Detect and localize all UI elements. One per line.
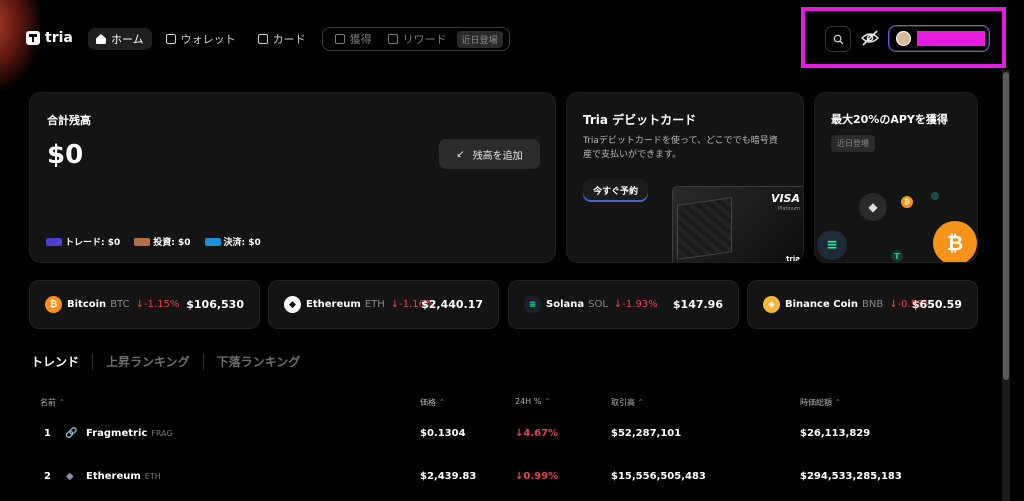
table-row[interactable]: 1 🔗 Fragmetric FRAG $0.1304 ↓4.67% $52,28…: [0, 428, 1000, 458]
row-price: $0.1304: [420, 428, 466, 439]
ticker-symbol: ETH: [364, 299, 385, 310]
column-header-name[interactable]: 名前: [40, 397, 65, 408]
apy-title: 最大20%のAPYを獲得: [831, 113, 948, 126]
ticker-change: ↓-1.15%: [135, 299, 180, 310]
nav-item-home[interactable]: ホーム: [88, 28, 152, 50]
column-header-24h[interactable]: 24H %: [515, 397, 551, 406]
bitcoin-coin-icon: ₿: [933, 221, 977, 262]
row-change: ↓4.67%: [515, 428, 559, 439]
ticker-change: ↓-1.93%: [613, 299, 658, 310]
debit-card-promo[interactable]: Tria デビットカード Triaデビットカードを使って、どこででも暗号資産で支…: [566, 92, 804, 263]
market-tabs: トレンド 上昇ランキング 下落ランキング: [31, 353, 313, 370]
balance-legend: トレード: $0 投資: $0 決済: $0: [46, 235, 261, 248]
ticker-binance-coin[interactable]: ◈ Binance Coin BNB ↓-0.58% $650.59: [747, 280, 978, 329]
visa-card-image: VISA Platinum tria: [672, 186, 803, 263]
ticker-ethereum[interactable]: ◆ Ethereum ETH ↓-1.16% $2,440.17: [268, 280, 499, 329]
column-header-market-cap[interactable]: 時価総額: [800, 397, 841, 408]
gift-icon: [387, 34, 398, 44]
balance-value: $0: [47, 140, 84, 170]
scrollbar-thumb[interactable]: [1003, 72, 1009, 380]
ticker-price: $2,440.17: [421, 298, 483, 311]
wallet-icon: [165, 34, 176, 44]
row-market-cap: $294,533,285,183: [800, 471, 902, 482]
bitcoin-icon: ₿: [45, 296, 62, 313]
add-balance-button[interactable]: ↙ 残高を追加: [439, 139, 540, 169]
nav-item-wallet[interactable]: ウォレット: [158, 28, 244, 50]
nav-label-earn: 獲得: [349, 33, 372, 46]
bnb-icon: ◈: [763, 296, 780, 313]
ticker-name: Binance Coin: [785, 299, 858, 310]
column-header-volume[interactable]: 取引高: [611, 397, 644, 408]
ticker-price: $650.59: [911, 298, 962, 311]
row-rank: 1: [44, 428, 51, 439]
debit-description: Triaデビットカードを使って、どこででも暗号資産で支払いができます。: [583, 136, 778, 160]
row-name: Ethereum ETH: [86, 471, 161, 482]
ticker-symbol: BNB: [861, 299, 884, 310]
ticker-price: $147.96: [672, 298, 723, 311]
ticker-price: $106,530: [186, 298, 244, 311]
solana-coin-icon: ≡: [817, 230, 847, 260]
total-balance-card: 合計残高 $0 ↙ 残高を追加 トレード: $0 投資: $0 決済: $0: [29, 92, 556, 263]
ethereum-coin-icon: ◆: [859, 193, 887, 221]
tab-top-losers[interactable]: 下落ランキング: [202, 353, 314, 370]
balance-title: 合計残高: [47, 114, 91, 127]
ticker-symbol: BTC: [110, 299, 130, 310]
app-logo[interactable]: tria: [26, 30, 73, 46]
link-icon: 🔗: [65, 428, 78, 439]
app-logo-text: tria: [45, 30, 73, 46]
ticker-solana[interactable]: ≡ Solana SOL ↓-1.93% $147.96: [508, 280, 739, 329]
ticker-name: Solana: [546, 299, 585, 310]
debit-title: Tria デビットカード: [583, 113, 697, 127]
tria-logo-icon: [26, 31, 40, 45]
row-volume: $15,556,505,483: [611, 471, 706, 482]
legend-invest: 投資: $0: [134, 235, 191, 248]
card-icon: [257, 34, 268, 44]
nav-label-card: カード: [272, 33, 306, 46]
ticker-symbol: SOL: [588, 299, 608, 310]
tab-top-gainers[interactable]: 上昇ランキング: [92, 353, 203, 370]
row-rank: 2: [44, 471, 51, 482]
apy-coming-soon-badge: 近日登場: [831, 135, 875, 152]
nav-item-earn: 獲得: [329, 28, 378, 50]
ticker-name: Bitcoin: [67, 299, 107, 310]
card-tria-logo: tria: [786, 255, 800, 263]
ethereum-icon: ◆: [66, 471, 74, 482]
visa-logo: VISA: [770, 192, 800, 205]
nav-label-wallet: ウォレット: [180, 33, 236, 46]
table-row[interactable]: 2 ◆ Ethereum ETH $2,439.83 ↓0.99% $15,556…: [0, 471, 1000, 501]
top-nav: ホーム ウォレット カード 獲得 リワード 近日登場: [88, 27, 510, 51]
tether-coin-icon: T: [891, 250, 903, 262]
row-volume: $52,287,101: [611, 428, 682, 439]
nav-label-rewards: リワード: [402, 33, 447, 46]
ticker-name: Ethereum: [306, 299, 361, 310]
highlight-annotation-box: [801, 7, 1006, 68]
apy-promo-card[interactable]: 最大20%のAPYを獲得 近日登場 ◆ ₿ ≡ ₿ T: [814, 92, 978, 263]
preorder-button[interactable]: 今すぐ予約: [583, 179, 649, 202]
coming-soon-badge: 近日登場: [456, 30, 503, 48]
arrow-down-left-icon: ↙: [456, 148, 465, 160]
nav-coming-soon-group: 獲得 リワード 近日登場: [321, 27, 510, 51]
cube-graphic: [677, 197, 732, 260]
home-icon: [96, 34, 106, 44]
row-change: ↓0.99%: [515, 471, 559, 482]
legend-trade: トレード: $0: [46, 235, 120, 248]
legend-payment: 決済: $0: [204, 235, 261, 248]
ethereum-icon: ◆: [284, 296, 301, 313]
column-header-price[interactable]: 価格: [420, 397, 445, 408]
tab-trending[interactable]: トレンド: [31, 353, 92, 370]
visa-sub: Platinum: [777, 206, 800, 212]
add-balance-label: 残高を追加: [472, 150, 523, 162]
tiny-coin-icon: [931, 192, 939, 200]
row-price: $2,439.83: [420, 471, 477, 482]
small-coin-icon: ₿: [901, 196, 913, 208]
row-market-cap: $26,113,829: [800, 428, 871, 439]
row-name: Fragmetric FRAG: [86, 428, 173, 439]
earn-icon: [334, 34, 345, 44]
nav-item-card[interactable]: カード: [250, 28, 314, 50]
ticker-bitcoin[interactable]: ₿ Bitcoin BTC ↓-1.15% $106,530: [29, 280, 260, 329]
solana-icon: ≡: [524, 296, 541, 313]
nav-item-rewards: リワード: [382, 28, 453, 50]
nav-label-home: ホーム: [111, 33, 144, 46]
